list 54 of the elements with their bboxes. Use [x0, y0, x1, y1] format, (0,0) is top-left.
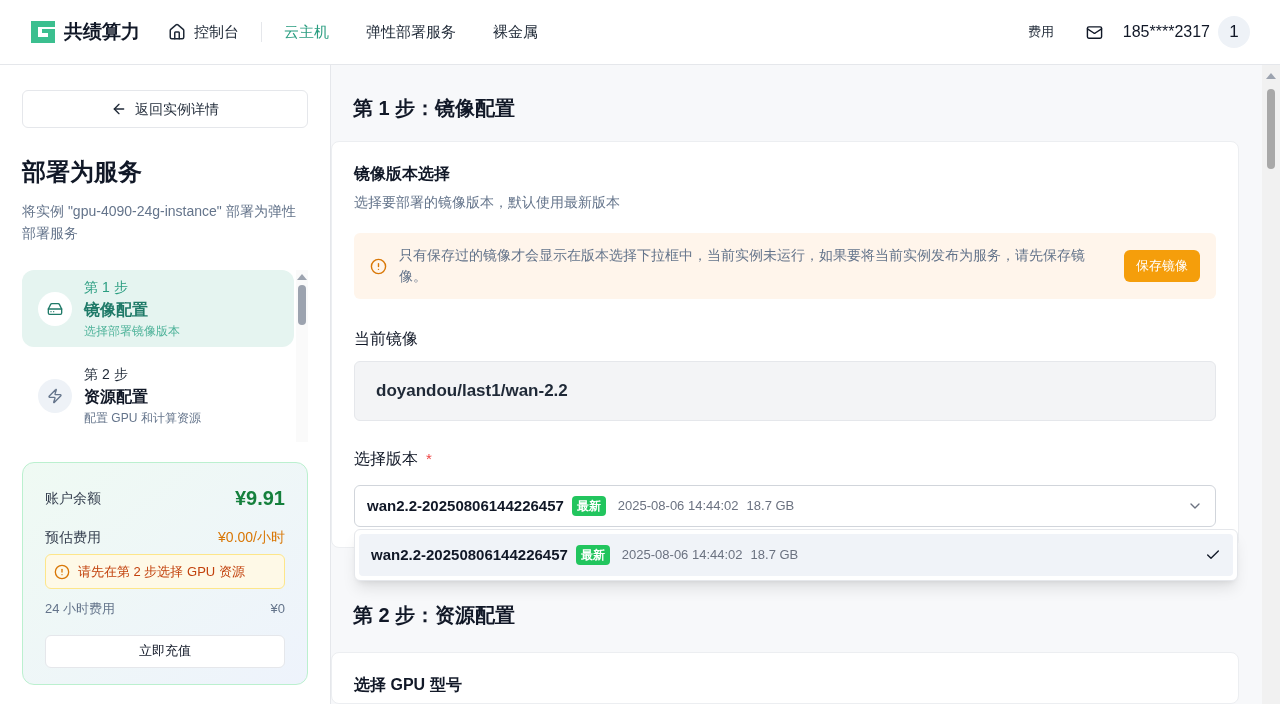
step-description: 配置 GPU 和计算资源 — [84, 410, 201, 427]
latest-badge: 最新 — [571, 496, 606, 516]
logo-icon — [30, 20, 56, 44]
alert-icon — [370, 257, 387, 275]
step-number: 第 2 步 — [84, 365, 129, 384]
warning-text: 请先在第 2 步选择 GPU 资源 — [78, 562, 245, 581]
step-number: 第 1 步 — [84, 278, 129, 297]
mail-icon[interactable] — [1085, 23, 1103, 41]
user-phone[interactable]: 185****2317 — [1122, 20, 1210, 44]
notice-text: 只有保存过的镜像才会显示在版本选择下拉框中，当前实例未运行，如果要将当前实例发布为服务，请先保存镜像。 — [399, 246, 1086, 286]
brand-name: 共绩算力 — [64, 19, 140, 44]
balance-label: 账户余额 — [45, 488, 101, 508]
page-title: 部署为服务 — [22, 157, 143, 187]
fee-link[interactable]: 费用 — [1027, 22, 1054, 42]
field-label: 当前镜像 — [354, 329, 419, 349]
current-image-field: doyandou/last1/wan-2.2 — [354, 361, 1216, 421]
back-button[interactable]: 返回实例详情 — [22, 90, 308, 128]
estimate-label: 预估费用 — [45, 528, 101, 547]
step-title: 资源配置 — [84, 387, 149, 407]
section-heading: 第 2 步：资源配置 — [353, 603, 517, 628]
latest-badge: 最新 — [575, 545, 610, 565]
dropdown-option[interactable]: wan2.2-20250806144226457 最新 2025-08-06 14:44:02 18.7 GB — [359, 534, 1233, 576]
version-date: 2025-08-06 14:44:02 — [621, 546, 743, 565]
version-name: wan2.2-20250806144226457 — [371, 544, 568, 565]
drive-icon — [47, 300, 63, 317]
field-label: 选择版本 — [354, 449, 418, 469]
version-size: 18.7 GB — [750, 546, 799, 565]
required-mark: * — [426, 448, 432, 469]
scrollbar[interactable] — [296, 270, 308, 442]
home-icon — [168, 23, 186, 41]
nav-link[interactable]: 裸金属 — [493, 20, 538, 44]
card-title: 选择 GPU 型号 — [354, 675, 463, 695]
step-description: 选择部署镜像版本 — [84, 323, 180, 340]
card-description: 选择要部署的镜像版本，默认使用最新版本 — [354, 193, 621, 212]
alert-icon — [54, 563, 70, 580]
version-name: wan2.2-20250806144226457 — [367, 495, 564, 516]
version-size: 18.7 GB — [746, 497, 795, 516]
page-scrollbar[interactable] — [1262, 65, 1280, 704]
page-subtitle: 将实例 "gpu-4090-24g-instance" 部署为弹性部署服务 — [22, 202, 297, 243]
nav-link[interactable]: 控制台 — [168, 20, 239, 44]
step-item[interactable]: 第 1 步 镜像配置 选择部署镜像版本 — [22, 270, 294, 347]
nav-link[interactable]: 弹性部署服务 — [366, 20, 456, 44]
recharge-button[interactable]: 立即充值 — [45, 634, 285, 668]
day-cost-value: ¥0 — [270, 600, 285, 618]
balance-value: ¥9.91 — [234, 486, 285, 511]
version-select[interactable]: wan2.2-20250806144226457 最新 2025-08-06 14:44:02 18.7 GB — [354, 485, 1216, 527]
section-heading: 第 1 步：镜像配置 — [353, 96, 517, 121]
estimate-value: ¥0.00/小时 — [218, 528, 285, 547]
step-title: 镜像配置 — [84, 300, 149, 320]
day-cost-label: 24 小时费用 — [45, 600, 116, 618]
card-title: 镜像版本选择 — [354, 164, 451, 184]
lightning-icon — [47, 387, 63, 404]
avatar[interactable]: 1 — [1218, 16, 1250, 48]
version-date: 2025-08-06 14:44:02 — [617, 497, 739, 516]
